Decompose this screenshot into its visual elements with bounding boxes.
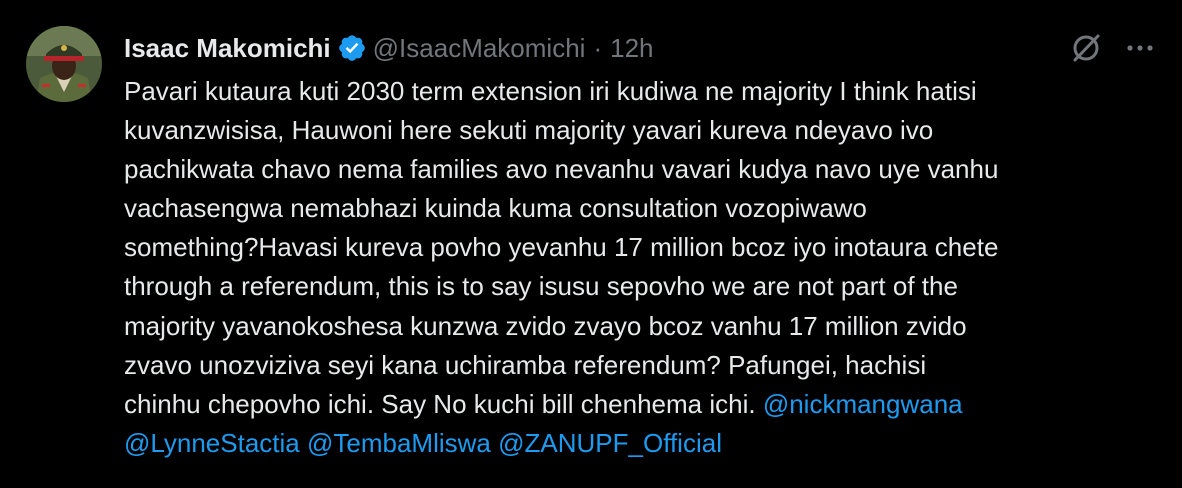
tweet-text-line: zvavo unozviziva seyi kana uchiramba ref… — [124, 349, 927, 380]
tweet-text-line: majority yavanokoshesa kunzwa zvido zvay… — [124, 310, 967, 341]
tweet[interactable]: Isaac Makomichi @IsaacMakomichi · 12h Pa… — [0, 0, 1182, 488]
tweet-text-line: Pavari kutaura kuti 2030 term extension … — [124, 76, 977, 106]
separator-dot: · — [593, 32, 603, 63]
author-handle[interactable]: @IsaacMakomichi — [373, 33, 586, 64]
mention-link[interactable]: @ZANUPF_Official — [498, 428, 722, 458]
tweet-text-line: something?Havasi kureva povho yevanhu 17… — [124, 232, 999, 263]
avatar[interactable] — [26, 26, 102, 102]
mention-link[interactable]: @nickmangwana — [763, 389, 963, 419]
mention-link[interactable]: @LynneStactia — [124, 428, 300, 458]
mention-link[interactable]: @TembaMliswa — [307, 428, 491, 458]
verified-badge-icon[interactable] — [337, 33, 367, 63]
tweet-text-line: kuvanzwisisa, Hauwoni here sekuti majori… — [124, 115, 934, 146]
tweet-text-line: chinhu chepovho ichi. Say No kuchi bill … — [124, 385, 1154, 424]
tweet-text-line: vachasengwa nemabhazi kuinda kuma consul… — [124, 193, 867, 224]
tweet-text: Pavari kutaura kuti 2030 term extension … — [124, 72, 1154, 463]
avatar-image — [26, 26, 102, 102]
tweet-text-line: pachikwata chavo nema families avo nevan… — [124, 154, 999, 185]
tweet-text-segment: chinhu chepovho ichi. Say No kuchi bill … — [124, 388, 763, 419]
tweet-time[interactable]: 12h — [610, 33, 653, 64]
tweet-text-line: through a referendum, this is to say isu… — [124, 271, 958, 302]
display-name[interactable]: Isaac Makomichi — [124, 33, 331, 64]
tweet-text-line: @LynneStactia @TembaMliswa @ZANUPF_Offic… — [124, 424, 1154, 463]
tweet-header: Isaac Makomichi @IsaacMakomichi · 12h — [124, 26, 654, 70]
more-icon[interactable] — [1124, 30, 1156, 66]
grok-icon[interactable] — [1068, 30, 1104, 66]
